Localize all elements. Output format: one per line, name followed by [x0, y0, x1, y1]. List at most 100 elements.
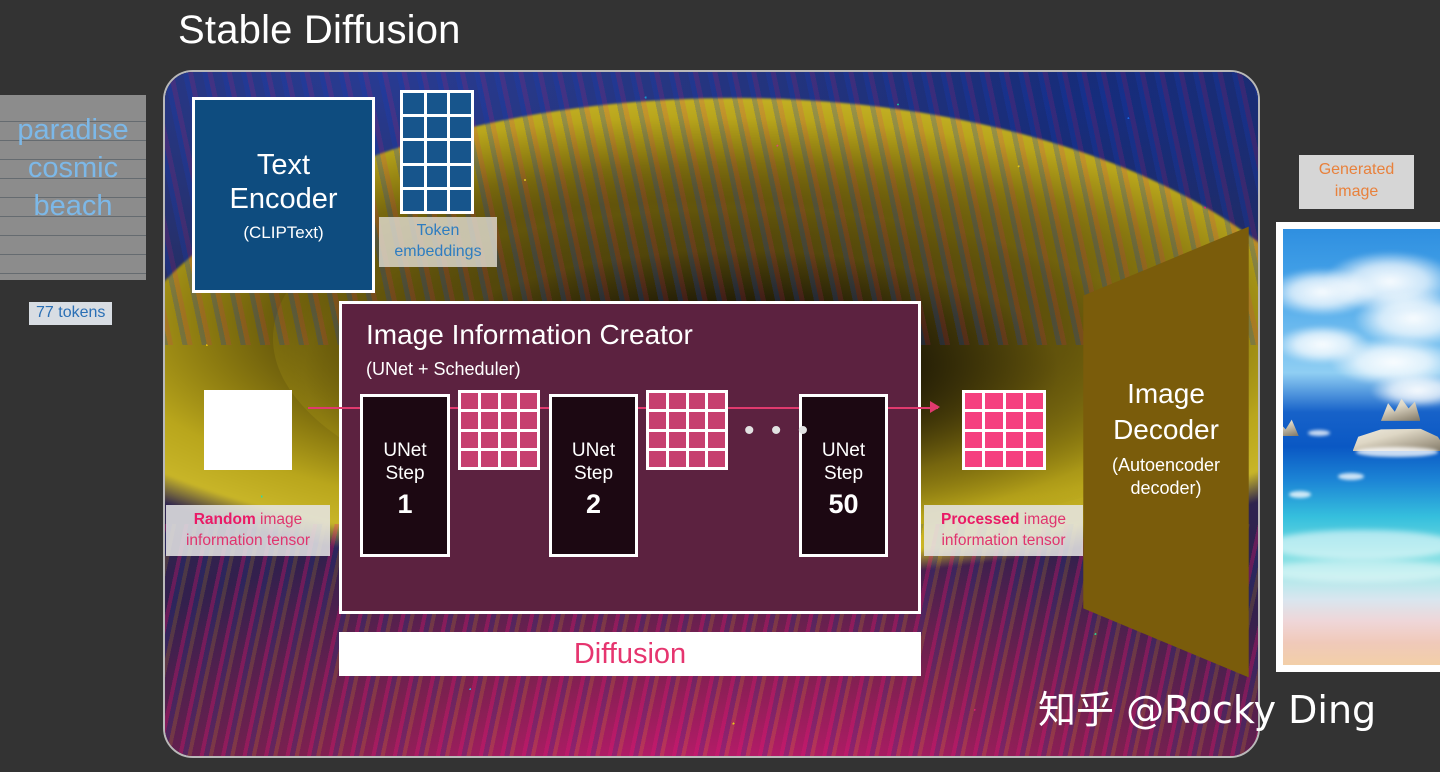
diffusion-label-bar: Diffusion	[339, 632, 921, 676]
generated-image-frame	[1276, 222, 1440, 672]
token-embedding-cell	[403, 141, 424, 163]
latent-cell	[228, 450, 247, 467]
diffusion-label: Diffusion	[573, 637, 687, 670]
token-embedding-cell	[403, 117, 424, 139]
iic-subtitle: (UNet + Scheduler)	[366, 359, 521, 379]
unet-step-1-name: UNet Step	[383, 440, 427, 484]
latent-cell	[249, 431, 268, 448]
latent-cell	[688, 450, 706, 467]
latent-cell	[965, 393, 983, 410]
latent-cell	[228, 412, 247, 429]
latent-cell	[480, 450, 498, 467]
latent-cell	[500, 431, 518, 448]
intermediate-latent-grid-1	[458, 390, 540, 470]
page-title: Stable Diffusion	[178, 8, 461, 52]
latent-cell	[1005, 412, 1023, 429]
latent-cell	[520, 450, 537, 467]
token-embedding-cell	[426, 165, 448, 187]
token-embedding-cell	[450, 165, 471, 187]
latent-cell	[461, 450, 478, 467]
latent-cell	[228, 393, 247, 410]
latent-cell	[1025, 393, 1043, 410]
latent-cell	[965, 450, 983, 467]
unet-step-2-name: UNet Step	[571, 440, 616, 484]
latent-cell	[985, 393, 1003, 410]
text-encoder-block[interactable]: Text Encoder (CLIPText)	[192, 97, 375, 293]
latent-cell	[207, 412, 226, 429]
latent-cell	[500, 393, 518, 410]
token-embedding-cell	[403, 189, 424, 211]
latent-cell	[461, 393, 478, 410]
latent-cell	[461, 431, 478, 448]
unet-step-50-block[interactable]: UNet Step 50	[799, 394, 888, 557]
processed-latent-grid	[962, 390, 1046, 470]
image-decoder-name: Image Decoder	[1113, 378, 1219, 445]
latent-cell	[249, 450, 268, 467]
latent-cell	[668, 431, 686, 448]
text-encoder-name: Text Encoder	[229, 148, 338, 215]
latent-cell	[985, 412, 1003, 429]
latent-cell	[688, 393, 706, 410]
random-tensor-label: Random image information tensor	[166, 505, 330, 556]
pipeline-arrow-head-icon	[930, 401, 940, 413]
latent-cell	[249, 393, 268, 410]
text-encoder-subtitle: (CLIPText)	[243, 222, 324, 242]
latent-cell	[688, 412, 706, 429]
latent-cell	[965, 431, 983, 448]
unet-step-1-number: 1	[397, 489, 413, 519]
token-embedding-cell	[403, 93, 424, 115]
latent-cell	[480, 393, 498, 410]
latent-cell	[480, 431, 498, 448]
latent-cell	[1025, 431, 1043, 448]
image-decoder-text: Image Decoder (Autoencoder decoder)	[1078, 376, 1254, 500]
image-decoder-subtitle: (Autoencoder decoder)	[1111, 455, 1221, 498]
token-embedding-cell	[426, 117, 448, 139]
latent-cell	[1005, 393, 1023, 410]
latent-cell	[1025, 450, 1043, 467]
token-embedding-cell	[450, 117, 471, 139]
generated-beach-image	[1283, 229, 1440, 665]
latent-cell	[649, 393, 666, 410]
latent-cell	[270, 431, 289, 448]
latent-cell	[985, 450, 1003, 467]
steps-ellipsis: • • •	[744, 414, 813, 447]
latent-cell	[708, 450, 725, 467]
latent-cell	[708, 431, 725, 448]
latent-cell	[668, 412, 686, 429]
prompt-input-box[interactable]: paradise cosmic beach	[0, 95, 146, 280]
latent-cell	[688, 431, 706, 448]
latent-cell	[1025, 412, 1043, 429]
unet-step-2-block[interactable]: UNet Step 2	[549, 394, 638, 557]
latent-cell	[270, 393, 289, 410]
token-embedding-cell	[450, 189, 471, 211]
unet-step-50-number: 50	[828, 489, 859, 519]
unet-step-1-block[interactable]: UNet Step 1	[360, 394, 450, 557]
token-embedding-cell	[403, 165, 424, 187]
iic-title: Image Information Creator	[366, 319, 693, 350]
latent-cell	[520, 412, 537, 429]
intermediate-latent-grid-2	[646, 390, 728, 470]
diagram-root: Stable Diffusion paradise cosmic beach 7…	[0, 0, 1440, 772]
token-embedding-cell	[450, 141, 471, 163]
latent-cell	[668, 450, 686, 467]
token-embedding-cell	[426, 93, 448, 115]
latent-cell	[668, 393, 686, 410]
token-embedding-cell	[426, 189, 448, 211]
latent-cell	[649, 412, 666, 429]
unet-step-2-number: 2	[585, 489, 602, 519]
latent-cell	[249, 412, 268, 429]
token-embeddings-label: Token embeddings	[379, 217, 497, 267]
latent-cell	[500, 412, 518, 429]
token-embedding-cell	[450, 93, 471, 115]
latent-cell	[270, 450, 289, 467]
latent-cell	[520, 431, 537, 448]
image-decoder-block[interactable]: Image Decoder (Autoencoder decoder)	[1078, 222, 1254, 682]
processed-tensor-label: Processed image information tensor	[924, 505, 1083, 556]
latent-cell	[228, 431, 247, 448]
prompt-text: paradise cosmic beach	[17, 114, 129, 222]
latent-cell	[649, 450, 666, 467]
token-embeddings-grid	[400, 90, 474, 214]
latent-cell	[480, 412, 498, 429]
unet-step-50-name: UNet Step	[821, 440, 866, 484]
latent-cell	[270, 412, 289, 429]
